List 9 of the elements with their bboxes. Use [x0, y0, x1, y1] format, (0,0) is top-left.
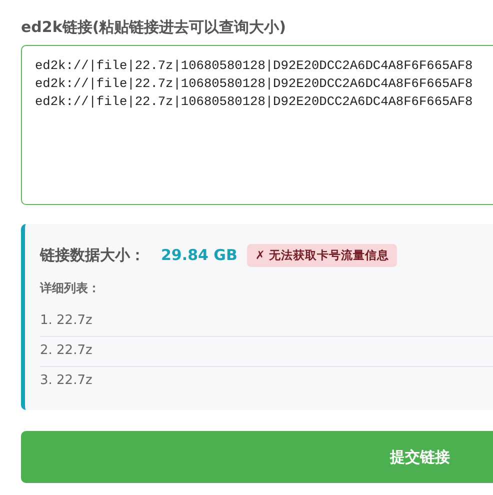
link-input-field[interactable]: ed2k://|file|22.7z|10680580128|D92E20DCC2A6DC4A8F6F665AF8 ed2k://|file|22.7z|10680580128|D92E20DCC2A6DC4A8F6F665AF8 ed2k://|file|22.7z|10680580128|D92E20DCC2A6DC4A8F6F665AF8: [21, 45, 493, 205]
detail-label: 详细列表：: [40, 280, 101, 297]
size-value: 29.84 GB: [161, 246, 238, 264]
file-item: 3. 22.7z: [40, 373, 92, 388]
file-item: 2. 22.7z: [40, 343, 92, 358]
size-label: 链接数据大小：: [40, 246, 145, 264]
error-badge: ✗ 无法获取卡号流量信息: [247, 244, 398, 266]
file-item: 1. 22.7z: [40, 313, 92, 328]
field-label: ed2k链接(粘贴链接进去可以查询大小): [21, 17, 288, 38]
